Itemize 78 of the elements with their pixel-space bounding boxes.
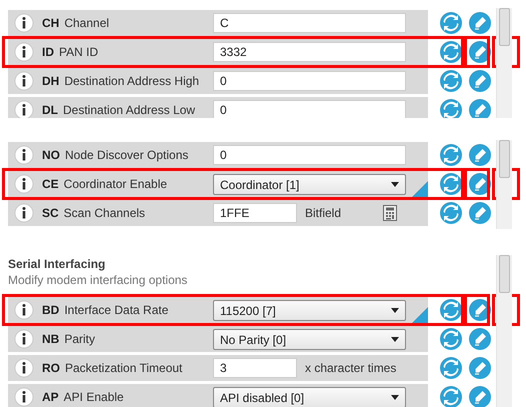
dropdown[interactable]: Coordinator [1] (213, 174, 406, 195)
caret-icon (391, 182, 399, 187)
pencil-icon[interactable] (469, 70, 491, 92)
info-icon[interactable] (14, 387, 34, 407)
setting-name: Parity (64, 332, 96, 346)
setting-name: Interface Data Rate (64, 303, 168, 317)
pencil-icon[interactable] (469, 41, 491, 63)
dropdown[interactable]: 115200 [7] (213, 300, 406, 321)
unit-label: Bitfield (305, 206, 342, 220)
input-field[interactable]: 3 (213, 358, 297, 378)
info-icon[interactable] (14, 203, 34, 223)
caret-icon (391, 308, 399, 313)
setting-code: BD (42, 303, 60, 317)
info-icon[interactable] (14, 329, 34, 349)
refresh-icon[interactable] (440, 144, 462, 166)
setting-name: Coordinator Enable (64, 177, 168, 191)
caret-icon (391, 395, 399, 400)
setting-name: Destination Address Low (63, 103, 196, 117)
input-field[interactable]: 1FFE (213, 203, 297, 223)
pencil-icon[interactable] (469, 173, 491, 195)
caret-icon (391, 337, 399, 342)
setting-name: Destination Address High (64, 74, 200, 88)
setting-code: ID (42, 45, 54, 59)
refresh-icon[interactable] (440, 70, 462, 92)
info-icon[interactable] (14, 100, 34, 118)
info-icon[interactable] (14, 42, 34, 62)
setting-name: Channel (64, 16, 110, 30)
dropdown[interactable]: API disabled [0] (213, 387, 406, 407)
scrollbar[interactable] (496, 255, 512, 407)
setting-code: SC (42, 206, 59, 220)
input-field[interactable]: C (213, 13, 406, 33)
input-field[interactable]: 0 (213, 145, 406, 165)
refresh-icon[interactable] (440, 202, 462, 224)
info-icon[interactable] (14, 71, 34, 91)
pencil-icon[interactable] (469, 12, 491, 34)
refresh-icon[interactable] (440, 12, 462, 34)
setting-name: API Enable (64, 390, 124, 404)
pencil-icon[interactable] (469, 202, 491, 224)
info-icon[interactable] (14, 300, 34, 320)
input-field[interactable]: 0 (213, 71, 406, 91)
setting-code: CE (42, 177, 59, 191)
setting-code: CH (42, 16, 60, 30)
refresh-icon[interactable] (440, 41, 462, 63)
pencil-icon[interactable] (469, 357, 491, 379)
calculator-icon[interactable] (383, 205, 398, 221)
scrollbar[interactable] (496, 140, 512, 229)
pencil-icon[interactable] (469, 299, 491, 321)
refresh-icon[interactable] (440, 386, 462, 407)
pencil-icon[interactable] (469, 99, 491, 118)
info-icon[interactable] (14, 174, 34, 194)
info-icon[interactable] (14, 358, 34, 378)
setting-code: NB (42, 332, 60, 346)
setting-code: AP (42, 390, 59, 404)
pencil-icon[interactable] (469, 328, 491, 350)
setting-code: DH (42, 74, 60, 88)
pencil-icon[interactable] (469, 144, 491, 166)
setting-name: Scan Channels (64, 206, 146, 220)
section-subtitle: Modify modem interfacing options (8, 273, 188, 287)
setting-code: RO (42, 361, 60, 375)
setting-name: Packetization Timeout (65, 361, 182, 375)
refresh-icon[interactable] (440, 357, 462, 379)
refresh-icon[interactable] (440, 299, 462, 321)
setting-code: DL (42, 103, 58, 117)
setting-code: NO (42, 148, 60, 162)
dropdown[interactable]: No Parity [0] (213, 329, 406, 350)
info-icon[interactable] (14, 13, 34, 33)
section-title: Serial Interfacing (8, 257, 106, 271)
pencil-icon[interactable] (469, 386, 491, 407)
unit-label: x character times (305, 361, 396, 375)
info-icon[interactable] (14, 145, 34, 165)
setting-name: Node Discover Options (65, 148, 188, 162)
input-field[interactable]: 0 (213, 100, 406, 118)
refresh-icon[interactable] (440, 328, 462, 350)
setting-name: PAN ID (59, 45, 98, 59)
scrollbar[interactable] (496, 8, 512, 118)
refresh-icon[interactable] (440, 99, 462, 118)
refresh-icon[interactable] (440, 173, 462, 195)
input-field[interactable]: 3332 (213, 42, 406, 62)
